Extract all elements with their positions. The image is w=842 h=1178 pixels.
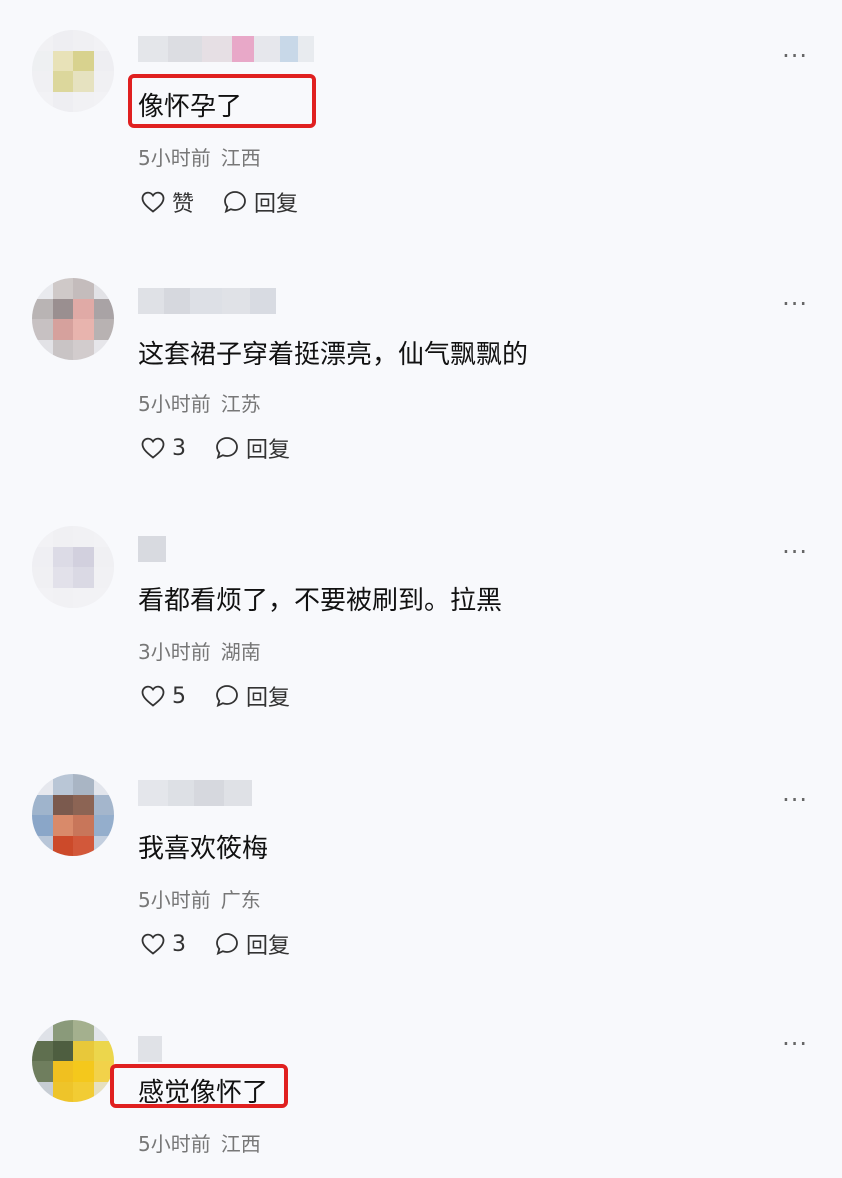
reply-label: 回复 <box>254 192 299 217</box>
more-options-icon[interactable]: ··· <box>782 292 808 316</box>
comment-text: 看都看烦了，不要被刷到。拉黑 <box>138 586 503 616</box>
reply-button[interactable]: 回复 <box>214 432 290 464</box>
speech-bubble-icon <box>216 685 238 708</box>
avatar[interactable] <box>32 774 114 856</box>
comment-text: 像怀孕了 <box>138 92 243 122</box>
comment-item: ··· 感觉像怀了 5小时前 江西 <box>0 992 842 1178</box>
comment-item: ··· 像怀孕了 5小时前 江西 赞 回复 <box>0 0 842 246</box>
reply-button[interactable]: 回复 <box>214 928 290 960</box>
speech-bubble-icon <box>216 933 238 956</box>
username-blurred[interactable] <box>138 1036 162 1062</box>
comment-actions: 3 回复 <box>140 928 290 960</box>
comment-location: 江苏 <box>220 392 261 416</box>
comment-meta: 5小时前 江西 <box>138 142 261 171</box>
like-button[interactable]: 3 <box>140 932 186 957</box>
more-options-icon[interactable]: ··· <box>782 44 808 68</box>
comment-time: 5小时前 <box>138 146 211 170</box>
comment-time: 5小时前 <box>138 888 211 912</box>
like-button[interactable]: 5 <box>140 684 186 709</box>
avatar[interactable] <box>32 30 114 112</box>
comment-location: 江西 <box>220 146 261 170</box>
comment-time: 5小时前 <box>138 1132 211 1156</box>
username-blurred[interactable] <box>138 536 166 562</box>
username-blurred[interactable] <box>138 288 276 314</box>
comment-actions: 5 回复 <box>140 680 290 712</box>
speech-bubble-icon <box>224 191 246 214</box>
avatar[interactable] <box>32 526 114 608</box>
comment-list: ··· 像怀孕了 5小时前 江西 赞 回复 ··· 这套裙子穿着挺漂亮，仙气飘飘… <box>0 0 842 1178</box>
like-count: 3 <box>172 435 186 461</box>
more-options-icon[interactable]: ··· <box>782 540 808 564</box>
heart-icon <box>141 191 165 213</box>
avatar[interactable] <box>32 278 114 360</box>
speech-bubble-icon <box>216 437 238 460</box>
comment-actions: 赞 回复 <box>140 186 298 218</box>
comment-time: 5小时前 <box>138 392 211 416</box>
heart-icon <box>141 933 165 955</box>
reply-button[interactable]: 回复 <box>222 186 298 218</box>
comment-meta: 5小时前 广东 <box>138 884 261 913</box>
like-count: 5 <box>172 683 186 709</box>
reply-label: 回复 <box>246 438 291 463</box>
comment-location: 江西 <box>220 1132 261 1156</box>
reply-label: 回复 <box>246 686 291 711</box>
heart-icon <box>141 685 165 707</box>
comment-location: 广东 <box>220 888 261 912</box>
comment-time: 3小时前 <box>138 640 211 664</box>
comment-item: ··· 看都看烦了，不要被刷到。拉黑 3小时前 湖南 5 回复 <box>0 496 842 742</box>
comment-item: ··· 这套裙子穿着挺漂亮，仙气飘飘的 5小时前 江苏 3 回复 <box>0 248 842 494</box>
comment-meta: 3小时前 湖南 <box>138 636 261 665</box>
comment-item: ··· 我喜欢筱梅 5小时前 广东 3 回复 <box>0 744 842 990</box>
username-blurred[interactable] <box>138 780 252 806</box>
reply-button[interactable]: 回复 <box>214 680 290 712</box>
comment-meta: 5小时前 江苏 <box>138 388 261 417</box>
heart-icon <box>141 437 165 459</box>
reply-label: 回复 <box>246 934 291 959</box>
more-options-icon[interactable]: ··· <box>782 788 808 812</box>
comment-location: 湖南 <box>220 640 261 664</box>
like-label: 赞 <box>172 192 195 217</box>
comment-meta: 5小时前 江西 <box>138 1128 261 1157</box>
more-options-icon[interactable]: ··· <box>782 1032 808 1056</box>
avatar[interactable] <box>32 1020 114 1102</box>
like-count: 3 <box>172 931 186 957</box>
comment-actions: 3 回复 <box>140 432 290 464</box>
username-blurred[interactable] <box>138 36 314 62</box>
comment-text: 我喜欢筱梅 <box>138 834 269 864</box>
comment-text: 感觉像怀了 <box>138 1078 269 1108</box>
like-button[interactable]: 赞 <box>140 186 194 218</box>
comment-text: 这套裙子穿着挺漂亮，仙气飘飘的 <box>138 340 529 370</box>
like-button[interactable]: 3 <box>140 436 186 461</box>
